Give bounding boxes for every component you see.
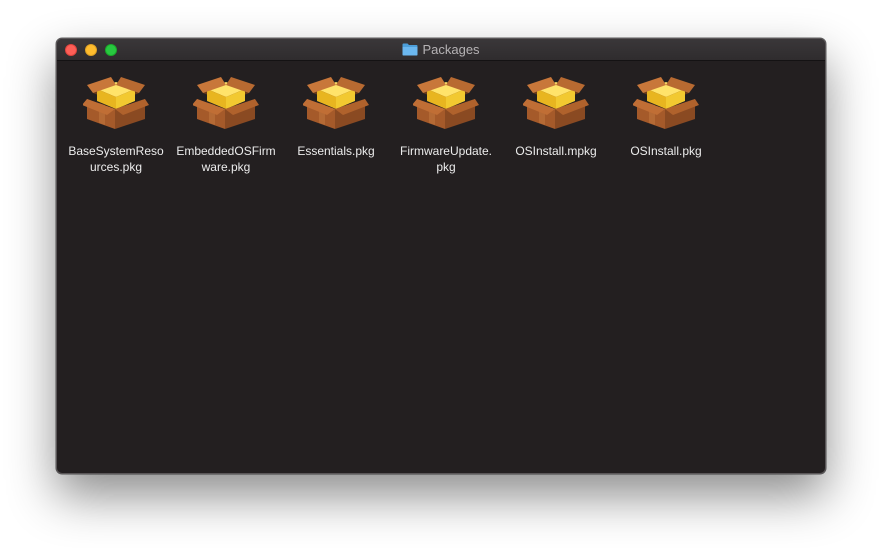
file-label: EmbeddedOSFirm ware.pkg xyxy=(174,143,278,175)
file-label: OSInstall.pkg xyxy=(614,143,718,159)
file-label-line: OSInstall.pkg xyxy=(630,144,702,158)
file-label: BaseSystemReso urces.pkg xyxy=(64,143,168,175)
package-icon xyxy=(193,71,259,131)
file-item-firmwareupdate[interactable]: FirmwareUpdate. pkg xyxy=(393,71,499,175)
file-label-line: BaseSystemReso xyxy=(68,144,164,158)
file-label-line: pkg xyxy=(436,160,456,174)
file-label: OSInstall.mpkg xyxy=(504,143,608,159)
file-item-osinstall-pkg[interactable]: OSInstall.pkg xyxy=(613,71,719,159)
folder-icon xyxy=(402,43,418,56)
window-title: Packages xyxy=(422,42,480,57)
package-icon xyxy=(83,71,149,131)
package-icon xyxy=(523,71,589,131)
file-label: FirmwareUpdate. pkg xyxy=(394,143,498,175)
file-label-line: urces.pkg xyxy=(89,160,143,174)
window-title-group: Packages xyxy=(57,39,825,60)
file-item-osinstall-mpkg[interactable]: OSInstall.mpkg xyxy=(503,71,609,159)
file-grid: BaseSystemReso urces.pkg EmbeddedOSFirm … xyxy=(57,61,825,473)
title-bar[interactable]: Packages xyxy=(57,39,825,61)
file-label-line: EmbeddedOSFirm xyxy=(176,144,276,158)
file-item-essentials[interactable]: Essentials.pkg xyxy=(283,71,389,159)
file-item-embeddedosfirmware[interactable]: EmbeddedOSFirm ware.pkg xyxy=(173,71,279,175)
file-label-line: OSInstall.mpkg xyxy=(515,144,597,158)
package-icon xyxy=(303,71,369,131)
finder-window: Packages BaseSystemReso urces.pkg Embedd… xyxy=(56,38,826,474)
file-label: Essentials.pkg xyxy=(284,143,388,159)
file-label-line: Essentials.pkg xyxy=(297,144,375,158)
file-item-basesystemresources[interactable]: BaseSystemReso urces.pkg xyxy=(63,71,169,175)
package-icon xyxy=(633,71,699,131)
package-icon xyxy=(413,71,479,131)
file-label-line: FirmwareUpdate. xyxy=(399,144,493,158)
file-label-line: ware.pkg xyxy=(201,160,251,174)
